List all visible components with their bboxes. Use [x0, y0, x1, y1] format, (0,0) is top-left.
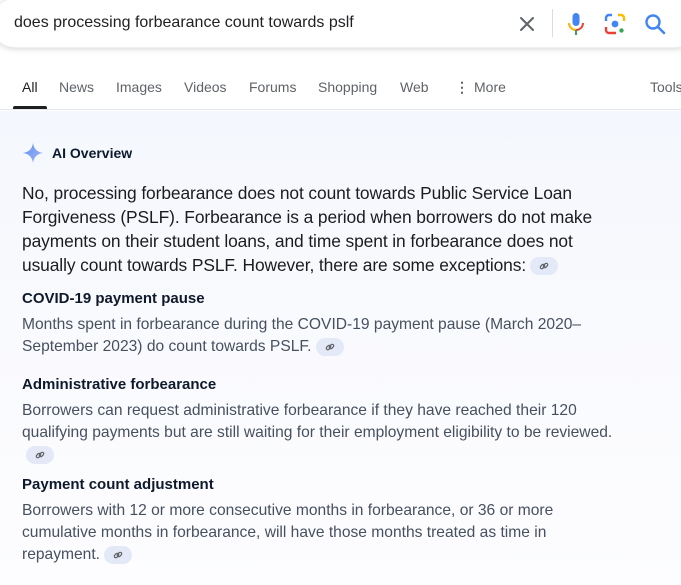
google-lens-icon[interactable]	[603, 12, 627, 36]
section-title: Administrative forbearance	[22, 376, 217, 393]
search-icon[interactable]	[643, 12, 667, 36]
tab-images[interactable]: Images	[116, 79, 162, 95]
active-tab-indicator	[13, 106, 47, 109]
citation-link-button[interactable]	[530, 257, 559, 276]
link-icon	[35, 451, 45, 459]
section-text: Borrowers with 12 or more consecutive mo…	[22, 502, 554, 563]
tab-forums[interactable]: Forums	[249, 79, 296, 95]
ai-overview-header: AI Overview	[22, 142, 132, 164]
search-bar[interactable]: does processing forbearance count toward…	[0, 0, 681, 48]
more-vert-icon: ⋮	[455, 79, 469, 95]
search-input[interactable]: does processing forbearance count toward…	[14, 14, 354, 32]
citation-link-button[interactable]	[26, 445, 54, 464]
tab-more-label: More	[474, 79, 506, 95]
microphone-icon[interactable]	[564, 12, 588, 36]
gemini-spark-icon	[22, 142, 44, 164]
citation-link-button[interactable]	[104, 545, 133, 564]
tab-tools[interactable]: Tools	[650, 79, 681, 95]
ai-overview-title: AI Overview	[52, 145, 133, 161]
tab-web[interactable]: Web	[400, 79, 429, 95]
clear-icon[interactable]	[515, 12, 539, 36]
summary-text: No, processing forbearance does not coun…	[22, 183, 593, 275]
ai-overview-panel: AI Overview No, processing forbearance d…	[0, 111, 681, 585]
tab-more[interactable]: ⋮ More	[455, 79, 506, 96]
link-icon	[539, 263, 549, 270]
link-icon	[113, 551, 123, 559]
section-title: COVID-19 payment pause	[22, 290, 205, 307]
citation-link-button[interactable]	[315, 337, 344, 356]
section-body: Borrowers with 12 or more consecutive mo…	[22, 500, 622, 566]
tab-shopping[interactable]: Shopping	[318, 79, 377, 95]
ai-overview-summary: No, processing forbearance does not coun…	[22, 181, 627, 277]
tab-all[interactable]: All	[22, 79, 38, 95]
tab-news[interactable]: News	[59, 79, 94, 95]
link-icon	[325, 343, 334, 351]
search-tabs: All News Images Videos Forums Shopping W…	[0, 70, 681, 110]
section-text: Months spent in forbearance during the C…	[22, 316, 582, 355]
section-body: Borrowers can request administrative for…	[22, 400, 622, 466]
tab-videos[interactable]: Videos	[184, 79, 227, 95]
section-body: Months spent in forbearance during the C…	[22, 314, 622, 358]
section-title: Payment count adjustment	[22, 476, 214, 493]
section-text: Borrowers can request administrative for…	[22, 402, 613, 441]
search-divider	[552, 9, 553, 37]
